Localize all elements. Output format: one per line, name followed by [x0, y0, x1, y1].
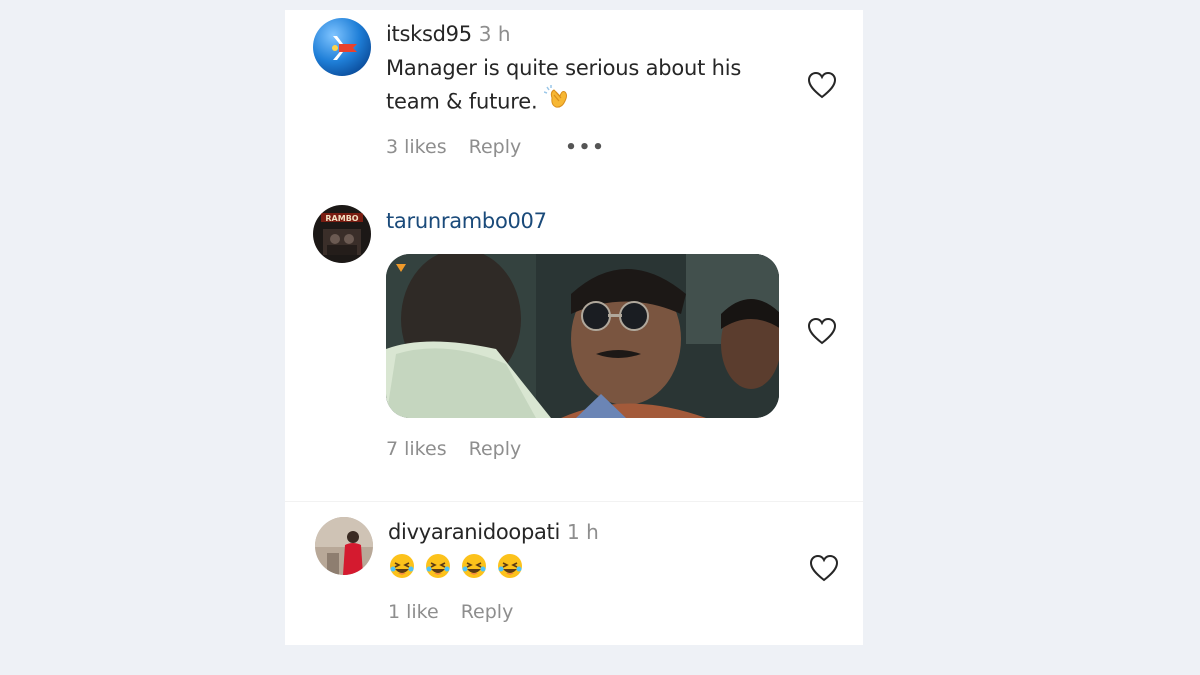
clapping-hands-icon: [543, 84, 572, 121]
gif-media[interactable]: [386, 254, 779, 418]
timestamp[interactable]: 3 h: [479, 22, 511, 46]
comment-meta: 3 likes Reply •••: [386, 136, 606, 158]
rolling-on-floor-laughing-icon: [388, 552, 416, 589]
comment-meta: 1 like Reply: [388, 601, 513, 623]
comment-header: tarunrambo007: [386, 209, 547, 233]
comment-header: divyaranidoopati 1 h: [388, 520, 599, 544]
more-options-icon[interactable]: •••: [565, 137, 606, 158]
avatar-divyaranidoopati[interactable]: [315, 517, 373, 575]
avatar-tarunrambo007[interactable]: RAMBO: [313, 205, 371, 263]
divider: [285, 501, 863, 502]
likes-count[interactable]: 7 likes: [386, 438, 447, 460]
comment-header: itsksd95 3 h: [386, 22, 511, 46]
likes-count[interactable]: 1 like: [388, 601, 439, 623]
comment-text-line: Manager is quite serious about his: [386, 56, 742, 80]
heart-outline-icon[interactable]: [807, 71, 837, 99]
comment-meta: 7 likes Reply: [386, 438, 521, 460]
comment-text-line: team & future.: [386, 84, 796, 121]
username[interactable]: divyaranidoopati: [388, 520, 560, 544]
comment-text: [388, 552, 524, 589]
heart-outline-icon[interactable]: [809, 554, 839, 582]
avatar-itsksd95[interactable]: [313, 18, 371, 76]
username[interactable]: tarunrambo007: [386, 209, 547, 233]
comments-panel: itsksd95 3 h Manager is quite serious ab…: [285, 10, 863, 645]
reply-button[interactable]: Reply: [461, 601, 514, 623]
reply-button[interactable]: Reply: [469, 136, 522, 158]
rolling-on-floor-laughing-icon: [496, 552, 524, 589]
rolling-on-floor-laughing-icon: [424, 552, 452, 589]
likes-count[interactable]: 3 likes: [386, 136, 447, 158]
rolling-on-floor-laughing-icon: [460, 552, 488, 589]
comment-text: Manager is quite serious about his team …: [386, 52, 796, 121]
svg-text:RAMBO: RAMBO: [325, 214, 358, 223]
username[interactable]: itsksd95: [386, 22, 472, 46]
heart-outline-icon[interactable]: [807, 317, 837, 345]
timestamp[interactable]: 1 h: [567, 520, 599, 544]
reply-button[interactable]: Reply: [469, 438, 522, 460]
